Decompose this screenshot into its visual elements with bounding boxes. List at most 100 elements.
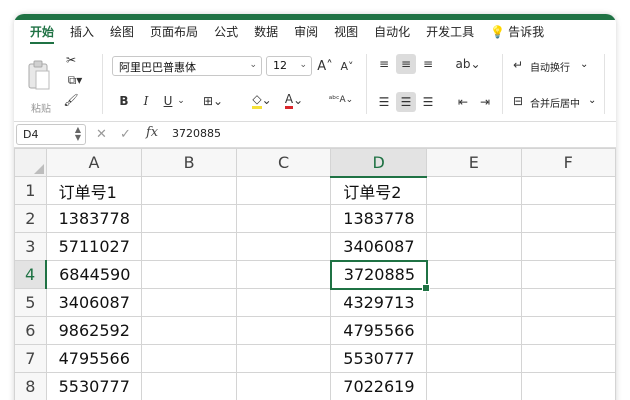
tab-home[interactable]: 开始 bbox=[22, 20, 62, 46]
increase-font-icon[interactable]: A˄ bbox=[316, 56, 334, 76]
phonetic-icon[interactable]: ᵃᵇᶜA⌄ bbox=[326, 90, 356, 110]
tab-insert[interactable]: 插入 bbox=[62, 20, 102, 46]
cell-e3[interactable] bbox=[426, 232, 522, 261]
cell-d4[interactable]: 3720885 bbox=[329, 259, 431, 293]
cell-f7[interactable] bbox=[520, 344, 616, 373]
align-bottom-icon[interactable]: ≡ bbox=[418, 54, 438, 74]
cell-b6[interactable] bbox=[141, 316, 237, 345]
cell-b5[interactable] bbox=[141, 288, 237, 317]
cell-f1[interactable] bbox=[520, 176, 616, 205]
row-header-2[interactable]: 2 bbox=[14, 204, 47, 233]
cell-e1[interactable] bbox=[426, 176, 522, 205]
font-name-select[interactable]: 阿里巴巴普惠体 ⌄ bbox=[112, 56, 262, 76]
cell-c7[interactable] bbox=[235, 344, 332, 373]
column-header-d[interactable]: D bbox=[330, 148, 428, 178]
cell-c4[interactable] bbox=[235, 260, 332, 289]
cell-c6[interactable] bbox=[235, 316, 332, 345]
paste-button[interactable] bbox=[24, 56, 54, 96]
increase-indent-icon[interactable]: ⇥ bbox=[476, 92, 494, 112]
wrap-text-icon[interactable]: ↵ bbox=[510, 56, 526, 74]
cell-d5[interactable]: 4329713 bbox=[330, 288, 428, 317]
merge-center-button[interactable]: 合并后居中 bbox=[530, 95, 580, 110]
cell-e2[interactable] bbox=[426, 204, 522, 233]
row-header-3[interactable]: 3 bbox=[14, 232, 47, 261]
row-header-5[interactable]: 5 bbox=[14, 288, 47, 317]
cell-b8[interactable] bbox=[141, 372, 237, 400]
cell-a6[interactable]: 9862592 bbox=[45, 316, 143, 345]
tab-draw[interactable]: 绘图 bbox=[102, 20, 142, 46]
tab-data[interactable]: 数据 bbox=[246, 20, 286, 46]
cell-f3[interactable] bbox=[520, 232, 616, 261]
column-header-f[interactable]: F bbox=[520, 148, 616, 177]
italic-button[interactable]: I bbox=[138, 92, 154, 110]
cell-d2[interactable]: 1383778 bbox=[330, 204, 428, 233]
copy-icon[interactable]: ⧉▾ bbox=[62, 72, 88, 88]
tab-tell-me[interactable]: 💡 告诉我 bbox=[482, 20, 552, 46]
align-middle-icon[interactable]: ≡ bbox=[396, 54, 416, 74]
merge-center-icon[interactable]: ⊟ bbox=[510, 92, 526, 110]
tab-formulas[interactable]: 公式 bbox=[206, 20, 246, 46]
row-header-7[interactable]: 7 bbox=[14, 344, 47, 373]
cell-e8[interactable] bbox=[426, 372, 522, 400]
column-header-a[interactable]: A bbox=[45, 148, 143, 177]
cell-d8[interactable]: 7022619 bbox=[330, 372, 428, 400]
wrap-text-button[interactable]: 自动换行 bbox=[530, 59, 570, 74]
decrease-indent-icon[interactable]: ⇤ bbox=[454, 92, 472, 112]
insert-function-button[interactable]: fx bbox=[146, 125, 158, 140]
align-center-icon[interactable]: ☰ bbox=[396, 92, 416, 112]
cell-f2[interactable] bbox=[520, 204, 616, 233]
select-all-button[interactable] bbox=[14, 148, 47, 177]
cell-d1[interactable]: 订单号2 bbox=[330, 176, 428, 205]
cell-e6[interactable] bbox=[426, 316, 522, 345]
cell-a2[interactable]: 1383778 bbox=[45, 204, 143, 233]
cell-d3[interactable]: 3406087 bbox=[330, 232, 428, 261]
row-header-6[interactable]: 6 bbox=[14, 316, 47, 345]
tab-automate[interactable]: 自动化 bbox=[366, 20, 418, 46]
cell-a8[interactable]: 5530777 bbox=[45, 372, 143, 400]
tab-developer[interactable]: 开发工具 bbox=[418, 20, 482, 46]
tab-view[interactable]: 视图 bbox=[326, 20, 366, 46]
cell-f8[interactable] bbox=[520, 372, 616, 400]
cell-c2[interactable] bbox=[235, 204, 332, 233]
chevron-down-icon[interactable]: ⌄ bbox=[580, 59, 588, 70]
cell-c5[interactable] bbox=[235, 288, 332, 317]
column-header-e[interactable]: E bbox=[426, 148, 522, 177]
cell-b3[interactable] bbox=[141, 232, 237, 261]
cancel-icon[interactable]: ✕ bbox=[96, 127, 107, 142]
name-box[interactable]: D4 ▲ ▼ bbox=[16, 124, 86, 145]
bold-button[interactable]: B bbox=[116, 92, 132, 110]
cell-d6[interactable]: 4795566 bbox=[330, 316, 428, 345]
cell-a3[interactable]: 5711027 bbox=[45, 232, 143, 261]
cell-e4[interactable] bbox=[426, 260, 522, 289]
chevron-down-icon[interactable]: ⌄ bbox=[588, 95, 596, 106]
cell-a7[interactable]: 4795566 bbox=[45, 344, 143, 373]
row-header-4[interactable]: 4 bbox=[14, 260, 48, 289]
cell-e7[interactable] bbox=[426, 344, 522, 373]
borders-icon[interactable]: ⊞⌄ bbox=[200, 92, 226, 110]
decrease-font-icon[interactable]: A˅ bbox=[338, 56, 356, 76]
cell-a5[interactable]: 3406087 bbox=[45, 288, 143, 317]
font-size-select[interactable]: 12 ⌄ bbox=[266, 56, 312, 76]
cell-b2[interactable] bbox=[141, 204, 237, 233]
cell-f6[interactable] bbox=[520, 316, 616, 345]
cut-icon[interactable]: ✂ bbox=[62, 52, 80, 68]
chevron-down-icon[interactable]: ⌄ bbox=[176, 92, 186, 110]
cell-b1[interactable] bbox=[141, 176, 237, 205]
align-top-icon[interactable]: ≡ bbox=[374, 54, 394, 74]
cell-f4[interactable] bbox=[520, 260, 616, 289]
column-header-b[interactable]: B bbox=[141, 148, 237, 177]
cell-e5[interactable] bbox=[426, 288, 522, 317]
align-right-icon[interactable]: ☰ bbox=[418, 92, 438, 112]
tab-page-layout[interactable]: 页面布局 bbox=[142, 20, 206, 46]
cell-c8[interactable] bbox=[235, 372, 332, 400]
orientation-icon[interactable]: ab⌄ bbox=[454, 54, 482, 74]
cell-b4[interactable] bbox=[141, 260, 237, 289]
row-header-8[interactable]: 8 bbox=[14, 372, 47, 400]
formula-input[interactable]: 3720885 bbox=[172, 127, 221, 140]
row-header-1[interactable]: 1 bbox=[14, 176, 47, 205]
cell-b7[interactable] bbox=[141, 344, 237, 373]
underline-button[interactable]: U bbox=[160, 92, 176, 110]
confirm-icon[interactable]: ✓ bbox=[120, 127, 131, 142]
cell-d7[interactable]: 5530777 bbox=[330, 344, 428, 373]
fill-color-icon[interactable]: ◇ ⌄ bbox=[248, 90, 276, 110]
